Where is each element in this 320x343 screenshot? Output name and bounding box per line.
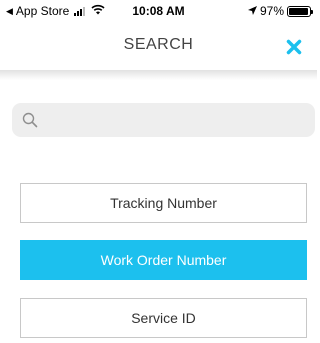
location-icon: [247, 4, 257, 18]
nav-bar: SEARCH: [0, 22, 317, 70]
status-bar: ◀ App Store 10:08 AM 97%: [0, 0, 317, 22]
search-box[interactable]: [12, 103, 315, 137]
work-order-number-button[interactable]: Work Order Number: [20, 240, 307, 280]
battery-level-fill: [289, 7, 309, 15]
battery-percent: 97%: [259, 4, 284, 18]
page-title: SEARCH: [123, 36, 194, 53]
nav-divider: [0, 70, 317, 80]
search-icon: [22, 112, 38, 133]
search-input[interactable]: [42, 103, 307, 137]
status-right: 97%: [247, 4, 313, 18]
battery-icon: [287, 5, 313, 17]
service-id-button[interactable]: Service ID: [20, 298, 307, 338]
tracking-number-button[interactable]: Tracking Number: [20, 183, 307, 223]
close-icon: [286, 39, 302, 55]
close-button[interactable]: [281, 34, 307, 60]
